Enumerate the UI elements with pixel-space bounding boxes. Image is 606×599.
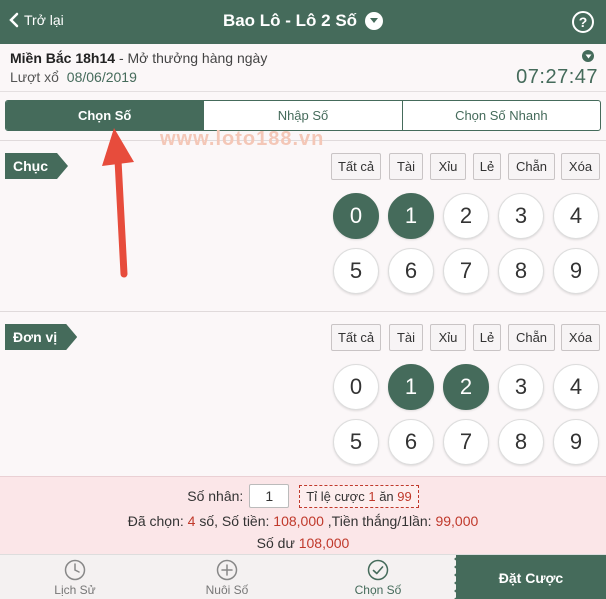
odds-mid: ăn	[379, 488, 394, 504]
quick-all-button[interactable]: Tất cả	[331, 324, 381, 351]
help-button[interactable]: ?	[572, 11, 594, 33]
question-icon: ?	[578, 14, 588, 30]
number-ball[interactable]: 9	[553, 248, 599, 294]
section-don-vi: Đơn vị Tất cả Tài Xỉu Lẻ Chẵn Xóa 0 1 2 …	[0, 311, 606, 475]
odds-badge: Tỉ lệ cược 1 ăn 99	[299, 484, 419, 508]
page-title-text: Bao Lô - Lô 2 Số	[222, 11, 358, 30]
quick-chan-button[interactable]: Chẵn	[508, 153, 555, 180]
quick-all-button[interactable]: Tất cả	[331, 153, 381, 180]
nav-raise[interactable]: Nuôi Số	[152, 555, 302, 599]
selected-count: 4	[187, 513, 196, 529]
section-label-don-vi: Đơn vị	[5, 324, 77, 350]
odds-payout: 99	[397, 488, 412, 504]
nav-raise-label: Nuôi Số	[205, 582, 249, 597]
number-ball[interactable]: 1	[388, 193, 434, 239]
number-ball[interactable]: 2	[443, 193, 489, 239]
number-ball[interactable]: 5	[333, 419, 379, 465]
mode-tabs: Chọn Số Nhập Số Chọn Số Nhanh	[5, 100, 601, 131]
plus-circle-icon	[216, 559, 238, 580]
number-ball[interactable]: 7	[443, 248, 489, 294]
multiplier-label: Số nhân:	[187, 488, 244, 504]
number-ball[interactable]: 7	[443, 419, 489, 465]
tab-chon-so-nhanh[interactable]: Chọn Số Nhanh	[401, 101, 600, 130]
nav-history-label: Lịch Sử	[54, 582, 96, 597]
nav-pick[interactable]: Chọn Số	[303, 555, 453, 599]
draw-date-label: Lượt xổ	[10, 69, 59, 85]
number-ball[interactable]: 0	[333, 364, 379, 410]
nav-history[interactable]: Lịch Sử	[0, 555, 150, 599]
chevron-down-icon[interactable]	[365, 12, 384, 30]
quick-le-button[interactable]: Lẻ	[473, 324, 501, 351]
number-ball[interactable]: 2	[443, 364, 489, 410]
ticket-edge-icon	[454, 555, 459, 599]
number-ball[interactable]: 9	[553, 419, 599, 465]
tab-chon-so[interactable]: Chọn Số	[6, 101, 204, 130]
quick-le-button[interactable]: Lẻ	[473, 153, 501, 180]
number-ball[interactable]: 1	[388, 364, 434, 410]
number-ball[interactable]: 3	[498, 364, 544, 410]
multiplier-row: Số nhân: 1 Tỉ lệ cược 1 ăn 99	[0, 484, 606, 508]
quick-clear-button[interactable]: Xóa	[561, 153, 600, 180]
balance-value: 108,000	[298, 535, 350, 551]
quick-chan-button[interactable]: Chẵn	[508, 324, 555, 351]
number-ball[interactable]: 6	[388, 248, 434, 294]
place-bet-button[interactable]: Đặt Cược	[456, 555, 606, 599]
quick-tai-button[interactable]: Tài	[389, 324, 423, 351]
selected-unit: số, Số tiền:	[199, 513, 270, 529]
balance-row: Số dư 108,000	[0, 535, 606, 551]
draw-date: 08/06/2019	[66, 69, 137, 85]
selected-label: Đã chọn:	[127, 513, 184, 529]
page-title[interactable]: Bao Lô - Lô 2 Số	[0, 11, 606, 31]
quick-xiu-button[interactable]: Xỉu	[430, 324, 466, 351]
draw-schedule: - Mở thưởng hàng ngày	[118, 50, 268, 66]
number-ball[interactable]: 5	[333, 248, 379, 294]
quick-xiu-button[interactable]: Xỉu	[430, 153, 466, 180]
balance-label: Số dư	[256, 535, 295, 551]
number-ball[interactable]: 8	[498, 419, 544, 465]
countdown-timer: 07:27:47	[516, 66, 598, 88]
quick-clear-button[interactable]: Xóa	[561, 324, 600, 351]
win-amount: 99,000	[435, 513, 479, 529]
draw-region-name: Miền Bắc 18h14	[10, 50, 116, 66]
nav-pick-label: Chọn Số	[354, 582, 402, 597]
number-ball[interactable]: 4	[553, 193, 599, 239]
bottom-nav: Lịch Sử Nuôi Số Chọn Số Đặt Cược	[0, 554, 606, 599]
number-ball[interactable]: 6	[388, 419, 434, 465]
quick-tai-button[interactable]: Tài	[389, 153, 423, 180]
clock-icon	[64, 559, 86, 580]
bet-summary: Số nhân: 1 Tỉ lệ cược 1 ăn 99 Đã chọn: 4…	[0, 476, 606, 554]
bet-amount: 108,000	[273, 513, 324, 529]
draw-date-row: Lượt xổ 08/06/2019	[10, 69, 137, 85]
selection-summary: Đã chọn: 4 số, Số tiền: 108,000 ,Tiền th…	[0, 513, 606, 529]
tab-nhap-so[interactable]: Nhập Số	[203, 101, 401, 130]
draw-info: Miền Bắc 18h14 - Mở thưởng hàng ngày Lượ…	[0, 44, 606, 92]
number-ball[interactable]: 3	[498, 193, 544, 239]
draw-region: Miền Bắc 18h14 - Mở thưởng hàng ngày	[10, 50, 267, 66]
number-ball[interactable]: 8	[498, 248, 544, 294]
odds-prefix: Tỉ lệ cược	[306, 488, 365, 504]
odds-win: 1	[368, 488, 376, 504]
section-chuc: Chục Tất cả Tài Xỉu Lẻ Chẵn Xóa 0 1 2 3 …	[0, 140, 606, 310]
chevron-down-icon[interactable]	[582, 50, 594, 62]
number-ball[interactable]: 0	[333, 193, 379, 239]
win-label: ,Tiền thắng/1lần:	[327, 513, 432, 529]
app-header: Trở lại Bao Lô - Lô 2 Số ?	[0, 0, 606, 44]
check-circle-icon	[367, 559, 389, 580]
number-ball[interactable]: 4	[553, 364, 599, 410]
section-label-chuc: Chục	[5, 153, 68, 179]
multiplier-input[interactable]: 1	[249, 484, 290, 508]
